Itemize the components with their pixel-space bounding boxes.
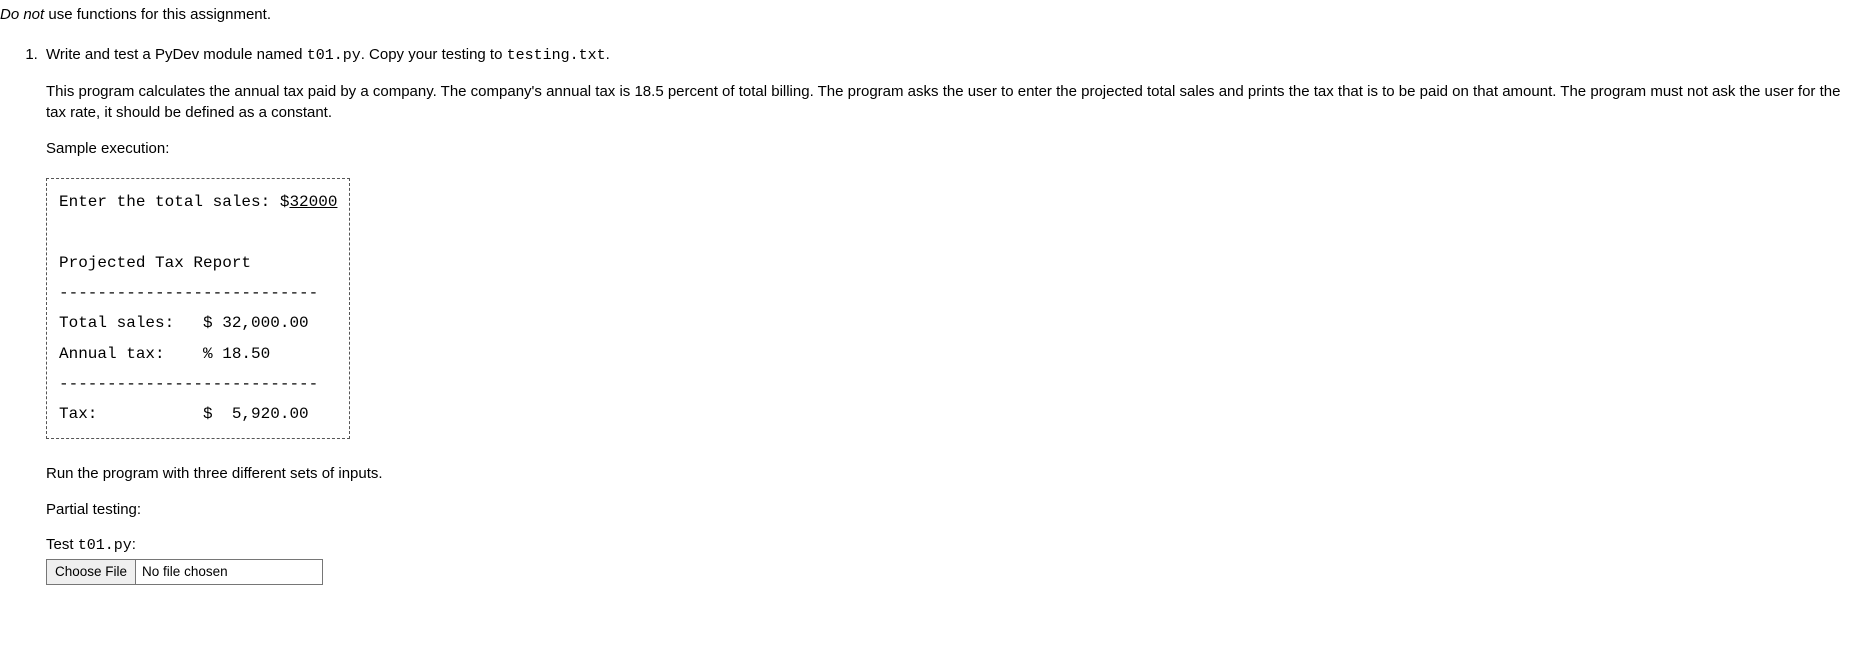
choose-file-button[interactable]: Choose File bbox=[47, 560, 136, 584]
q1-module-code: t01.py bbox=[307, 47, 361, 64]
q1-lead-a: Write and test a PyDev module named bbox=[46, 46, 307, 63]
test-label-a: Test bbox=[46, 536, 78, 553]
q1-testfile-code: testing.txt bbox=[507, 47, 606, 64]
sample-output-box: Enter the total sales: $32000 Projected … bbox=[46, 178, 350, 439]
partial-testing-label: Partial testing: bbox=[46, 499, 1855, 521]
q1-lead: Write and test a PyDev module named t01.… bbox=[46, 44, 1855, 67]
test-code: t01.py bbox=[78, 537, 132, 554]
sample-row-rate: Annual tax: % 18.50 bbox=[59, 345, 270, 363]
q1-lead-c: . bbox=[606, 46, 610, 63]
file-input[interactable]: Choose File No file chosen bbox=[46, 559, 323, 585]
sample-header: Projected Tax Report bbox=[59, 254, 251, 272]
sample-prompt: Enter the total sales: $ bbox=[59, 193, 289, 211]
sample-rule2: --------------------------- bbox=[59, 375, 318, 393]
q1-lead-b: . Copy your testing to bbox=[361, 46, 507, 63]
intro-italic: Do not bbox=[0, 6, 44, 23]
sample-exec-label: Sample execution: bbox=[46, 138, 1855, 160]
run-note: Run the program with three different set… bbox=[46, 463, 1855, 485]
file-status-label: No file chosen bbox=[136, 560, 322, 584]
sample-user-input: 32000 bbox=[289, 193, 337, 211]
sample-output-pre: Enter the total sales: $32000 Projected … bbox=[59, 187, 337, 430]
intro-instruction: Do not use functions for this assignment… bbox=[0, 4, 1855, 26]
q1-description: This program calculates the annual tax p… bbox=[46, 81, 1855, 125]
question-1: Write and test a PyDev module named t01.… bbox=[42, 44, 1855, 585]
sample-rule1: --------------------------- bbox=[59, 284, 318, 302]
sample-row-total: Total sales: $ 32,000.00 bbox=[59, 314, 309, 332]
test-line: Test t01.py: bbox=[46, 534, 1855, 557]
test-label-b: : bbox=[132, 536, 136, 553]
intro-rest: use functions for this assignment. bbox=[44, 6, 271, 23]
sample-row-tax: Tax: $ 5,920.00 bbox=[59, 405, 309, 423]
